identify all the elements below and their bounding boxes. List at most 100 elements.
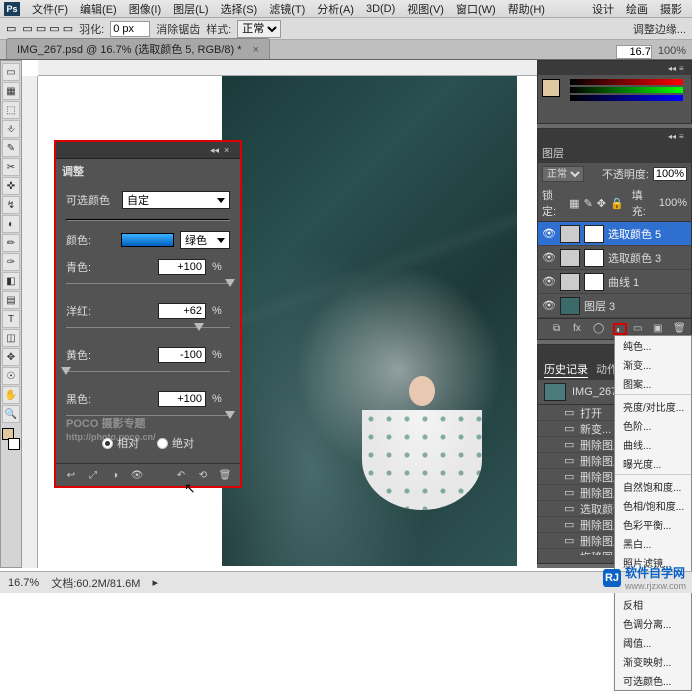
menu-item[interactable]: 渐变映射... [615,652,691,671]
visibility-icon[interactable]: 👁 [542,251,556,264]
menu-item[interactable]: 渐变... [615,355,691,374]
fg-bg-swatch[interactable] [542,79,566,103]
opacity-input[interactable]: 100% [653,167,687,181]
menu-filter[interactable]: 滤镜(T) [263,1,311,17]
menu-item[interactable]: 色调分离... [615,614,691,633]
slider-cyan-track[interactable] [66,279,230,289]
tool-stamp[interactable]: ◐ [2,215,20,233]
background-swatch[interactable] [8,438,20,450]
antialias-checkbox[interactable]: 消除锯齿 [156,21,200,37]
ruler-horizontal[interactable] [38,60,537,76]
workspace-design[interactable]: 设计 [586,1,620,17]
lock-pixels-icon[interactable]: ✎ [584,197,593,210]
tool-history-brush[interactable]: ✏ [2,234,20,252]
visibility-icon[interactable]: 👁 [542,227,556,240]
workspace-paint[interactable]: 绘画 [620,1,654,17]
tool-crop[interactable]: ✎ [2,139,20,157]
menu-item[interactable]: 色彩平衡... [615,515,691,534]
slider-magenta-input[interactable] [158,303,206,319]
menu-item[interactable]: 亮度/对比度... [615,397,691,416]
collapse-icon[interactable]: ◂◂ [668,64,676,72]
slider-yellow-track[interactable] [66,367,230,377]
adjustments-titlebar[interactable]: ◂◂ × [56,142,240,159]
visibility-icon[interactable]: 👁 [542,275,556,288]
r-slider[interactable] [570,79,683,85]
menu-item[interactable]: 可选颜色... [615,671,691,690]
menu-item[interactable]: 反相 [615,595,691,614]
document-image[interactable] [222,76,517,566]
link-icon[interactable]: ⧉ [553,323,567,335]
tool-shape[interactable]: ✥ [2,348,20,366]
tool-blur[interactable]: ▤ [2,291,20,309]
menu-view[interactable]: 视图(V) [401,1,450,17]
menu-item[interactable]: 色相/饱和度... [615,496,691,515]
menu-window[interactable]: 窗口(W) [450,1,502,17]
reset-icon[interactable]: ⟲ [196,469,210,481]
menu-item[interactable]: 曲线... [615,435,691,454]
mask-icon[interactable]: ◯ [593,323,607,335]
b-slider[interactable] [570,95,683,101]
clip-icon[interactable]: ◑ [108,469,122,481]
group-icon[interactable]: ▭ [633,323,647,335]
menu-item[interactable]: 曝光度... [615,454,691,475]
refine-edge-button[interactable]: 调整边缘... [633,21,686,37]
slider-yellow-input[interactable] [158,347,206,363]
lock-position-icon[interactable]: ✥ [597,197,606,210]
layer-item[interactable]: 👁 选取颜色 3 [538,246,691,270]
tool-3d[interactable]: ☉ [2,367,20,385]
fx-icon[interactable]: fx [573,323,587,335]
eye-icon[interactable]: 👁 [130,469,144,481]
feather-input[interactable] [110,21,150,37]
slider-cyan-input[interactable] [158,259,206,275]
history-tab[interactable]: 历史记录 [544,361,588,378]
menu-item[interactable]: 纯色... [615,336,691,355]
collapse-icon[interactable]: ◂◂ [210,145,220,155]
menu-item[interactable]: 阈值... [615,633,691,652]
layer-item[interactable]: 👁 图层 3 [538,294,691,318]
menu-help[interactable]: 帮助(H) [502,1,551,17]
slider-magenta-track[interactable] [66,323,230,333]
document-tab[interactable]: IMG_267.psd @ 16.7% (选取颜色 5, RGB/8) * × [6,38,270,59]
menu-layer[interactable]: 图层(L) [167,1,214,17]
expand-icon[interactable]: ⤢ [86,469,100,481]
radio-absolute[interactable]: 绝对 [157,435,194,451]
adjustments-tab[interactable]: 调整 [56,159,240,183]
menu-analysis[interactable]: 分析(A) [311,1,360,17]
color-swatches[interactable] [2,428,20,450]
layer-item[interactable]: 👁 选取颜色 5 [538,222,691,246]
close-icon[interactable]: × [224,145,234,155]
menu-item[interactable]: 色阶... [615,416,691,435]
style-select[interactable]: 正常 [237,20,281,38]
tool-hand[interactable]: ✋ [2,386,20,404]
tool-lasso[interactable]: ⬚ [2,101,20,119]
zoom-input[interactable] [616,45,652,59]
menu-item[interactable]: 自然饱和度... [615,477,691,496]
trash-icon[interactable]: 🗑 [673,323,687,335]
tool-brush[interactable]: ↯ [2,196,20,214]
menu-item[interactable]: 黑白... [615,534,691,553]
tool-gradient[interactable]: ◧ [2,272,20,290]
menu-icon[interactable]: ≡ [679,132,687,140]
menu-image[interactable]: 图像(I) [123,1,167,17]
status-zoom[interactable]: 16.7% [8,577,39,589]
lock-all-icon[interactable]: 🔒 [610,197,624,210]
menu-icon[interactable]: ≡ [679,64,687,72]
blend-mode-select[interactable]: 正常 [542,166,584,182]
new-layer-icon[interactable]: ▣ [653,323,667,335]
menu-item[interactable]: 图案... [615,374,691,395]
new-adjustment-icon[interactable]: ◐ [613,323,627,335]
tool-move[interactable]: ▭ [2,63,20,81]
tool-eyedropper[interactable]: ✂ [2,158,20,176]
layers-tab[interactable]: 图层 [542,145,564,161]
collapse-icon[interactable]: ◂◂ [668,132,676,140]
tool-eraser[interactable]: ✑ [2,253,20,271]
preset-select[interactable]: 自定 [122,191,230,209]
menu-select[interactable]: 选择(S) [215,1,264,17]
menu-file[interactable]: 文件(F) [26,1,74,17]
tool-wand[interactable]: ⎀ [2,120,20,138]
marquee-tool-icon[interactable]: ▭ [6,22,16,35]
g-slider[interactable] [570,87,683,93]
tool-zoom[interactable]: 🔍 [2,405,20,423]
return-icon[interactable]: ↩ [64,469,78,481]
menu-edit[interactable]: 编辑(E) [74,1,123,17]
